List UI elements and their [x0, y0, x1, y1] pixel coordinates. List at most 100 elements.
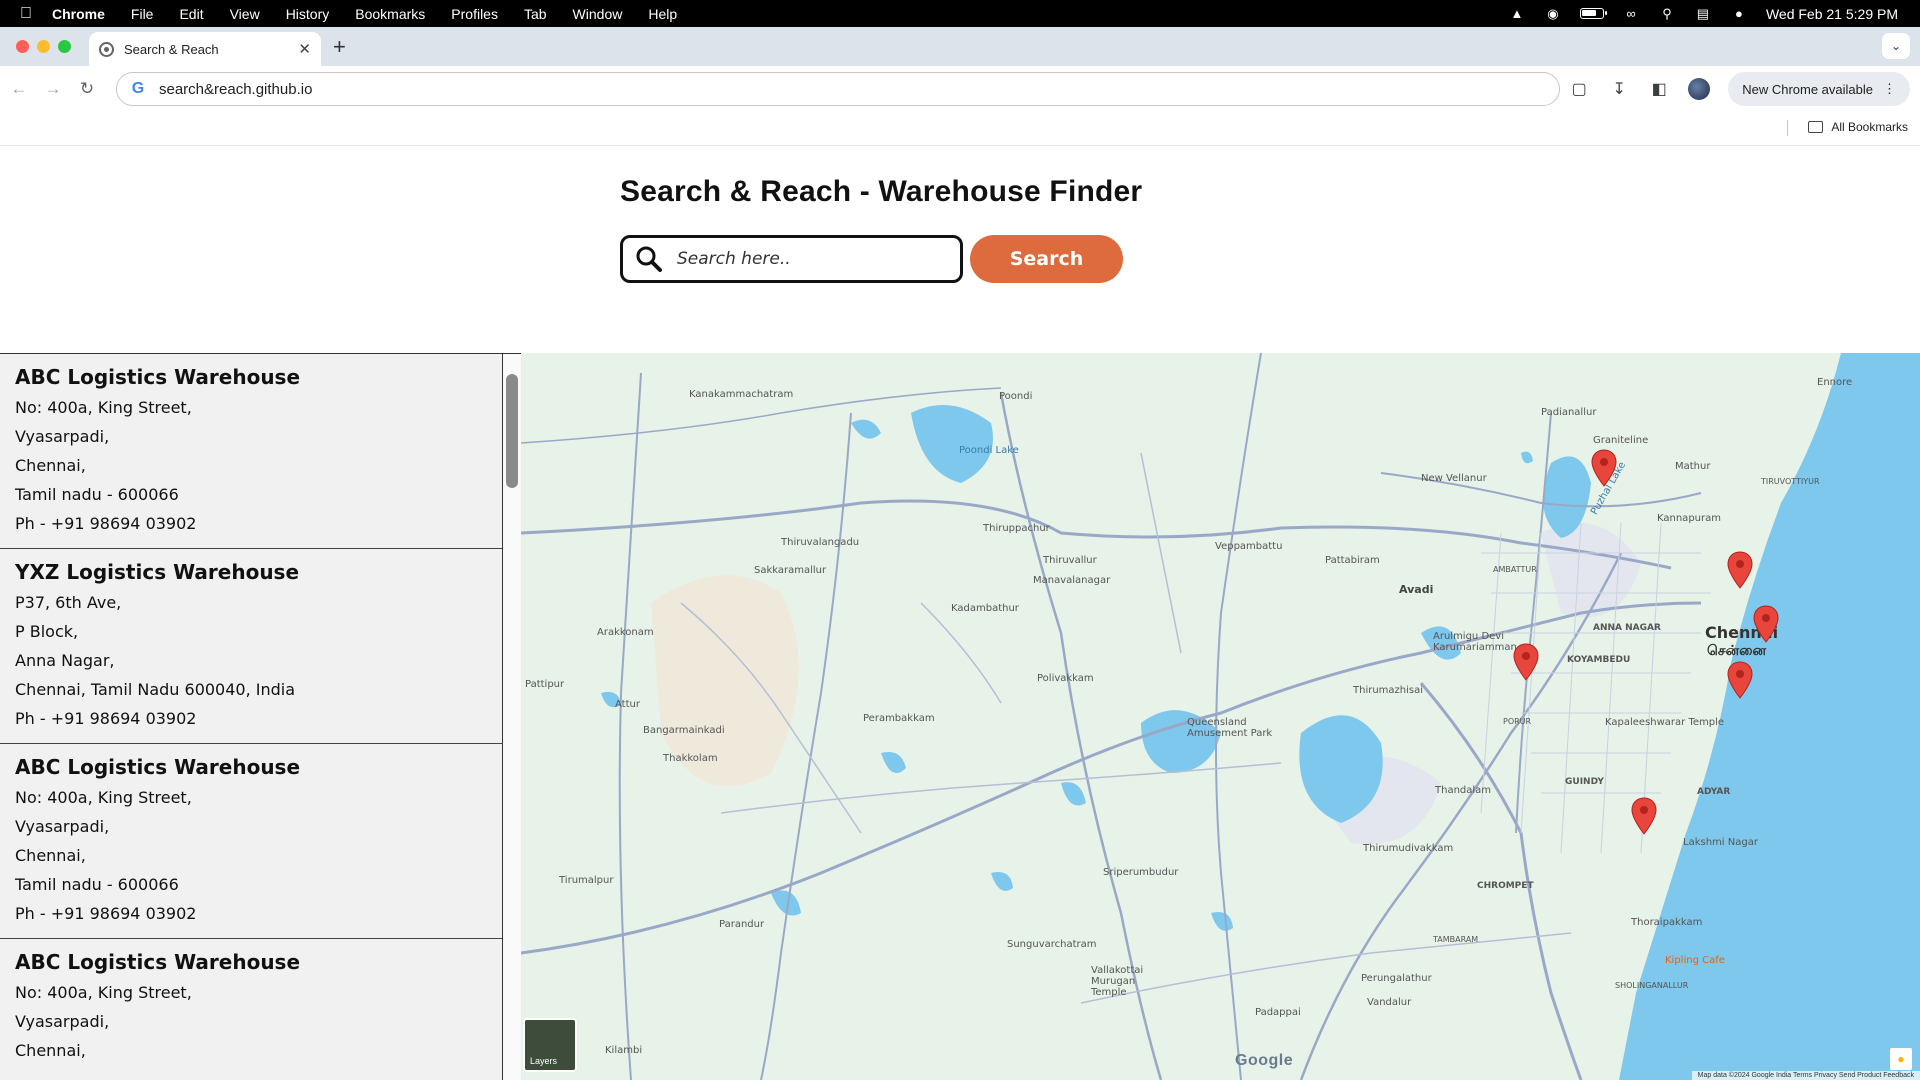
warehouse-list-panel[interactable]: ABC Logistics Warehouse No: 400a, King S…	[0, 353, 521, 1080]
google-logo: Google	[1235, 1052, 1294, 1069]
map-label: Thakkolam	[663, 753, 718, 764]
map-label: Perungalathur	[1361, 973, 1432, 984]
map-label: Pattipur	[525, 679, 565, 690]
close-tab-icon[interactable]: ✕	[298, 40, 311, 58]
apple-menu-icon[interactable]: 	[0, 5, 52, 23]
all-bookmarks-button[interactable]: All Bookmarks	[1808, 120, 1908, 134]
list-scrollbar[interactable]	[503, 354, 521, 1080]
minimize-window-button[interactable]	[37, 40, 50, 53]
menu-view[interactable]: View	[217, 6, 273, 22]
warehouse-card[interactable]: ABC Logistics Warehouse No: 400a, King S…	[0, 744, 502, 939]
bookmarks-bar: All Bookmarks	[0, 112, 1920, 146]
map-label: Pattabiram	[1325, 555, 1380, 566]
menu-window[interactable]: Window	[560, 6, 636, 22]
map-label: ANNA NAGAR	[1593, 623, 1661, 633]
address-bar[interactable]: G search&reach.github.io	[116, 72, 1560, 106]
menu-history[interactable]: History	[273, 6, 343, 22]
download-icon[interactable]: ↧	[1608, 78, 1630, 100]
map-label: Thoraipakkam	[1631, 917, 1703, 928]
warehouse-map-marker[interactable]	[1631, 797, 1657, 835]
site-favicon-icon	[99, 41, 114, 57]
warehouse-address-line: Chennai, Tamil Nadu 600040, India	[15, 680, 296, 699]
map-label: Bangarmainkadi	[643, 725, 725, 736]
map-label: KOYAMBEDU	[1567, 655, 1631, 665]
warehouse-map-marker[interactable]	[1727, 661, 1753, 699]
address-bar-url[interactable]: search&reach.github.io	[159, 81, 312, 98]
map-label: Queensland Amusement Park	[1187, 717, 1273, 739]
map-label: New Vellanur	[1421, 473, 1487, 484]
vlc-icon[interactable]: ▲	[1508, 6, 1526, 21]
map-label: SHOLINGANALLUR	[1615, 981, 1689, 990]
reload-icon[interactable]: ↻	[70, 79, 104, 99]
warehouse-map-marker[interactable]	[1513, 643, 1539, 681]
warehouse-address-line: Tamil nadu - 600066	[15, 485, 179, 504]
tab-search-dropdown-icon[interactable]: ⌄	[1882, 33, 1910, 59]
map-layers-button[interactable]: Layers	[523, 1018, 577, 1072]
menu-help[interactable]: Help	[635, 6, 690, 22]
map-attribution[interactable]: Map data ©2024 Google India Terms Privac…	[1691, 1071, 1920, 1080]
profile-avatar[interactable]	[1688, 78, 1711, 100]
search-input[interactable]	[677, 249, 937, 269]
warehouse-name: ABC Logistics Warehouse	[15, 950, 301, 974]
warehouse-address-line: Chennai,	[15, 846, 86, 865]
battery-icon[interactable]	[1579, 8, 1607, 19]
close-window-button[interactable]	[16, 40, 29, 53]
warehouse-map-marker[interactable]	[1753, 605, 1779, 643]
map-label: Graniteline	[1593, 435, 1649, 446]
map-label: Parandur	[719, 919, 765, 930]
back-arrow-icon[interactable]: ←	[2, 79, 36, 99]
zoom-window-button[interactable]	[58, 40, 71, 53]
extensions-puzzle-icon[interactable]: ▢	[1568, 78, 1590, 100]
map-label: Kadambathur	[951, 603, 1019, 614]
new-tab-button[interactable]: +	[333, 34, 346, 60]
map-label: Mathur	[1675, 461, 1711, 472]
warehouse-card[interactable]: ABC Logistics Warehouse No: 400a, King S…	[0, 939, 502, 1075]
warehouse-address-line: P37, 6th Ave,	[15, 593, 122, 612]
street-view-pegman-icon[interactable]: ●	[1890, 1048, 1912, 1070]
map-label: Sakkaramallur	[754, 565, 827, 576]
map-label: Padianallur	[1541, 407, 1597, 418]
map-label: Kapaleeshwarar Temple	[1605, 717, 1725, 728]
search-field[interactable]	[620, 235, 963, 283]
warehouse-card[interactable]: ABC Logistics Warehouse No: 400a, King S…	[0, 354, 502, 549]
link-icon[interactable]: ∞	[1622, 6, 1640, 21]
warehouse-card[interactable]: YXZ Logistics Warehouse P37, 6th Ave, P …	[0, 549, 502, 744]
menubar-clock[interactable]: Wed Feb 21 5:29 PM	[1766, 6, 1898, 22]
tab-title: Search & Reach	[124, 41, 219, 57]
side-panel-icon[interactable]: ◧	[1648, 78, 1670, 100]
map-label: Kilambi	[605, 1045, 643, 1056]
page-content: Search & Reach - Warehouse Finder Search…	[0, 147, 1920, 1080]
macos-menubar:  Chrome File Edit View History Bookmark…	[0, 0, 1920, 27]
new-chrome-available-button[interactable]: New Chrome available ⋮	[1728, 72, 1910, 106]
siri-icon[interactable]: ●	[1730, 6, 1748, 21]
search-button[interactable]: Search	[970, 235, 1123, 283]
page-title: Search & Reach - Warehouse Finder	[620, 175, 1143, 208]
kebab-menu-icon[interactable]: ⋮	[1883, 81, 1896, 97]
menu-profiles[interactable]: Profiles	[438, 6, 511, 22]
control-center-icon[interactable]: ▤	[1694, 6, 1712, 21]
tab-search-reach[interactable]: Search & Reach ✕	[89, 32, 321, 66]
menu-app-name[interactable]: Chrome	[52, 6, 118, 22]
forward-arrow-icon[interactable]: →	[36, 79, 70, 99]
wordpress-icon[interactable]: ◉	[1544, 6, 1562, 21]
map-label: Sriperumbudur	[1103, 867, 1179, 878]
map-label: Kanakammachatram	[689, 389, 794, 400]
google-map[interactable]: Kanakammachatram Poondi Poondi Lake Thir…	[521, 353, 1920, 1080]
menu-tab[interactable]: Tab	[511, 6, 560, 22]
map-label-chennai-tamil: சென்னை	[1707, 643, 1767, 659]
warehouse-map-marker[interactable]	[1591, 449, 1617, 487]
menubar-tray: ▲ ◉ ∞ ⚲ ▤ ● Wed Feb 21 5:29 PM	[1508, 6, 1920, 22]
map-label: Sunguvarchatram	[1007, 939, 1097, 950]
map-label: Kipling Cafe	[1665, 955, 1725, 966]
map-label: Padappai	[1255, 1007, 1301, 1018]
warehouse-address-line: Vyasarpadi,	[15, 1012, 110, 1031]
menu-edit[interactable]: Edit	[166, 6, 216, 22]
spotlight-search-icon[interactable]: ⚲	[1658, 6, 1676, 21]
warehouse-map-marker[interactable]	[1727, 551, 1753, 589]
map-label: Ennore	[1817, 377, 1853, 388]
menu-bookmarks[interactable]: Bookmarks	[342, 6, 438, 22]
map-label: Vandalur	[1367, 997, 1412, 1008]
map-label: Thiruvallur	[1043, 555, 1097, 566]
list-scrollbar-thumb[interactable]	[506, 374, 518, 488]
menu-file[interactable]: File	[118, 6, 167, 22]
